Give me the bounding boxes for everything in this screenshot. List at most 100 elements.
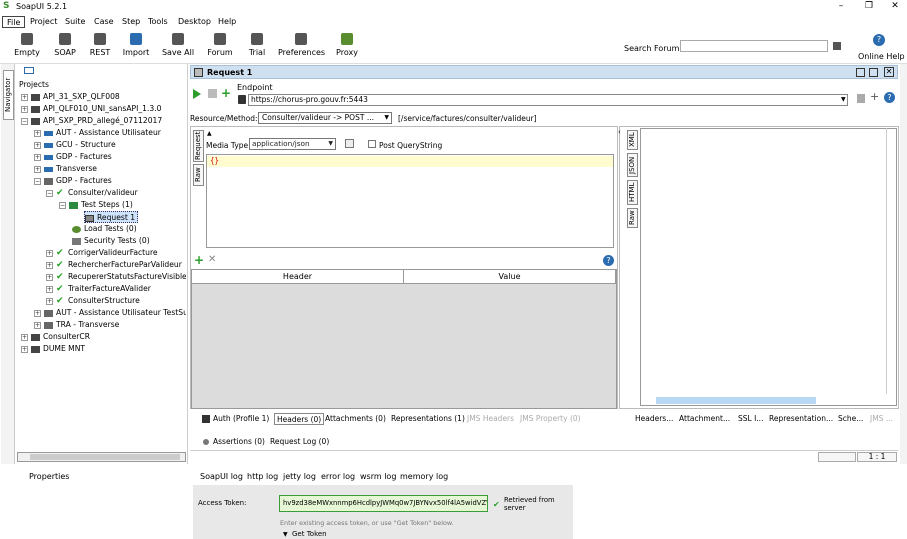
media-type-select[interactable]: application/json ▼ <box>249 138 336 150</box>
menu-suite[interactable]: Suite <box>61 16 89 28</box>
tree-testsuite-gdp[interactable]: − GDP - Factures <box>34 175 112 187</box>
close-button[interactable]: ✕ <box>884 0 906 14</box>
add-header-icon[interactable]: + <box>194 254 204 266</box>
tab-assertions[interactable]: Assertions (0) <box>213 437 265 446</box>
tree-horizontal-scrollbar[interactable] <box>17 452 186 462</box>
get-token-button[interactable]: Get Token <box>292 530 327 538</box>
tab-request[interactable]: Request <box>193 130 204 162</box>
tab-representations[interactable]: Representations (1) <box>391 413 465 425</box>
response-horizontal-scrollbar[interactable] <box>648 396 888 405</box>
expand-icon[interactable]: + <box>46 297 53 305</box>
expand-icon[interactable]: + <box>46 285 53 293</box>
menu-tools[interactable]: Tools <box>144 16 172 28</box>
chevron-left-icon[interactable]: ‹ <box>618 128 621 136</box>
expand-icon[interactable]: + <box>21 333 28 341</box>
tree-testcase-recuperer[interactable]: + ✔ RecupererStatutsFactureVisiblesP <box>46 271 186 283</box>
search-forum-input[interactable] <box>680 40 828 52</box>
search-icon[interactable] <box>833 42 841 50</box>
expand-icon[interactable]: + <box>34 141 41 149</box>
tab-jms-headers[interactable]: JMS Headers <box>467 413 514 425</box>
remove-header-icon[interactable]: ✕ <box>208 255 216 265</box>
tree-project-dume[interactable]: + DUME MNT <box>21 343 85 355</box>
tab-schema[interactable]: Sche... <box>838 413 863 425</box>
maximize-button[interactable]: ❐ <box>858 0 880 14</box>
response-editor[interactable] <box>640 128 897 406</box>
tab-html[interactable]: HTML <box>627 180 638 205</box>
collapse-icon[interactable]: − <box>34 177 41 185</box>
maximize-panel-icon[interactable] <box>869 68 878 77</box>
expand-icon[interactable]: + <box>21 105 28 113</box>
preferences-button[interactable]: Preferences <box>278 32 325 62</box>
headers-table[interactable]: Header Value <box>191 269 617 409</box>
endpoint-field[interactable]: https://chorus-pro.gouv.fr:5443 <box>248 94 848 106</box>
tree-testcase-consulterstructure[interactable]: + ✔ ConsulterStructure <box>46 295 140 307</box>
navigator-tab[interactable]: Navigator <box>3 70 14 120</box>
collapse-icon[interactable]: − <box>59 201 66 209</box>
tree-request-1[interactable]: Request 1 <box>84 211 139 223</box>
expand-icon[interactable]: + <box>46 261 53 269</box>
log-error[interactable]: error log <box>321 472 355 481</box>
expand-icon[interactable]: + <box>34 309 41 317</box>
tree-testcase-consulter[interactable]: − ✔ Consulter/valideur <box>46 187 138 199</box>
tree-root[interactable]: Projects <box>19 79 49 91</box>
tab-attachments[interactable]: Attachments (0) <box>325 413 386 425</box>
scroll-thumb[interactable] <box>30 454 180 460</box>
expand-icon[interactable]: + <box>34 153 41 161</box>
help-icon[interactable]: ? <box>603 255 614 266</box>
tree-service-gcu[interactable]: + GCU - Structure <box>34 139 116 151</box>
tree-security-tests[interactable]: Security Tests (0) <box>72 235 150 247</box>
add-endpoint-icon[interactable]: + <box>870 90 879 103</box>
help-icon[interactable]: ? <box>884 92 895 103</box>
expand-icon[interactable]: + <box>34 165 41 173</box>
access-token-field[interactable]: hv9zd38eMWxnnmp6HcdlpyJWMq0w7JBYNvx50lf4… <box>279 495 488 512</box>
expand-icon[interactable]: + <box>46 273 53 281</box>
forum-button[interactable]: Forum <box>204 32 236 62</box>
tab-xml[interactable]: XML <box>627 130 638 150</box>
tree-load-tests[interactable]: Load Tests (0) <box>72 223 137 235</box>
tree-testcase-rechercher[interactable]: + ✔ RechercherFactureParValideur <box>46 259 182 271</box>
help-icon[interactable]: ? <box>873 34 885 46</box>
tab-resp-representations[interactable]: Representation... <box>769 413 833 425</box>
empty-button[interactable]: Empty <box>12 32 42 62</box>
tab-jms-property[interactable]: JMS Property (0) <box>520 413 581 425</box>
menu-step[interactable]: Step <box>118 16 144 28</box>
close-panel-icon[interactable]: ✕ <box>884 67 894 77</box>
tree-service-gdp[interactable]: + GDP - Factures <box>34 151 112 163</box>
menu-case[interactable]: Case <box>90 16 118 28</box>
collapse-icon[interactable]: − <box>21 117 28 125</box>
log-jetty[interactable]: jetty log <box>283 472 316 481</box>
properties-label[interactable]: Properties <box>29 472 69 481</box>
scroll-thumb[interactable] <box>656 397 816 404</box>
log-soapui[interactable]: SoapUI log <box>200 472 243 481</box>
tree-project-consultercr[interactable]: + ConsulterCR <box>21 331 90 343</box>
tab-resp-headers[interactable]: Headers... <box>635 413 673 425</box>
tree-testcase-traiter[interactable]: + ✔ TraiterFactureAValider <box>46 283 151 295</box>
stop-icon[interactable] <box>208 89 217 98</box>
soap-button[interactable]: SOAP <box>50 32 80 62</box>
tab-json[interactable]: JSON <box>627 153 638 177</box>
tab-request-log[interactable]: Request Log (0) <box>270 437 329 446</box>
minimize-button[interactable]: – <box>830 0 852 14</box>
format-icon[interactable] <box>345 139 354 148</box>
tree-project-2[interactable]: + API_QLF010_UNI_sansAPI_1.3.0 <box>21 103 161 115</box>
tab-resp-jms[interactable]: JMS ... <box>870 413 893 425</box>
tree-project-3[interactable]: − API_SXP_PRD_allegé_07112017 <box>21 115 162 127</box>
tab-resp-attachments[interactable]: Attachment... <box>679 413 730 425</box>
value-column[interactable]: Value <box>404 270 616 284</box>
log-memory[interactable]: memory log <box>400 472 448 481</box>
menu-file[interactable]: File <box>2 16 26 28</box>
tab-headers[interactable]: Headers (0) <box>274 413 325 425</box>
tab-ssl-info[interactable]: SSL I... <box>738 413 763 425</box>
tree-test-steps[interactable]: − Test Steps (1) <box>59 199 133 211</box>
log-http[interactable]: http log <box>247 472 278 481</box>
method-select[interactable]: Consulter/valideur -> POST ... ▼ <box>258 112 392 124</box>
request-body[interactable]: {} <box>210 156 219 165</box>
response-vertical-scrollbar[interactable] <box>886 128 896 394</box>
import-button[interactable]: Import <box>120 32 152 62</box>
chevron-down-icon[interactable]: ▼ <box>283 531 288 538</box>
chevron-down-icon[interactable]: ▼ <box>841 96 846 103</box>
tab-auth[interactable]: Auth (Profile 1) <box>213 413 269 425</box>
tree-testcase-corriger[interactable]: + ✔ CorrigerValideurFacture <box>46 247 158 259</box>
post-querystring-checkbox[interactable] <box>368 140 376 148</box>
expand-icon[interactable]: + <box>21 93 28 101</box>
